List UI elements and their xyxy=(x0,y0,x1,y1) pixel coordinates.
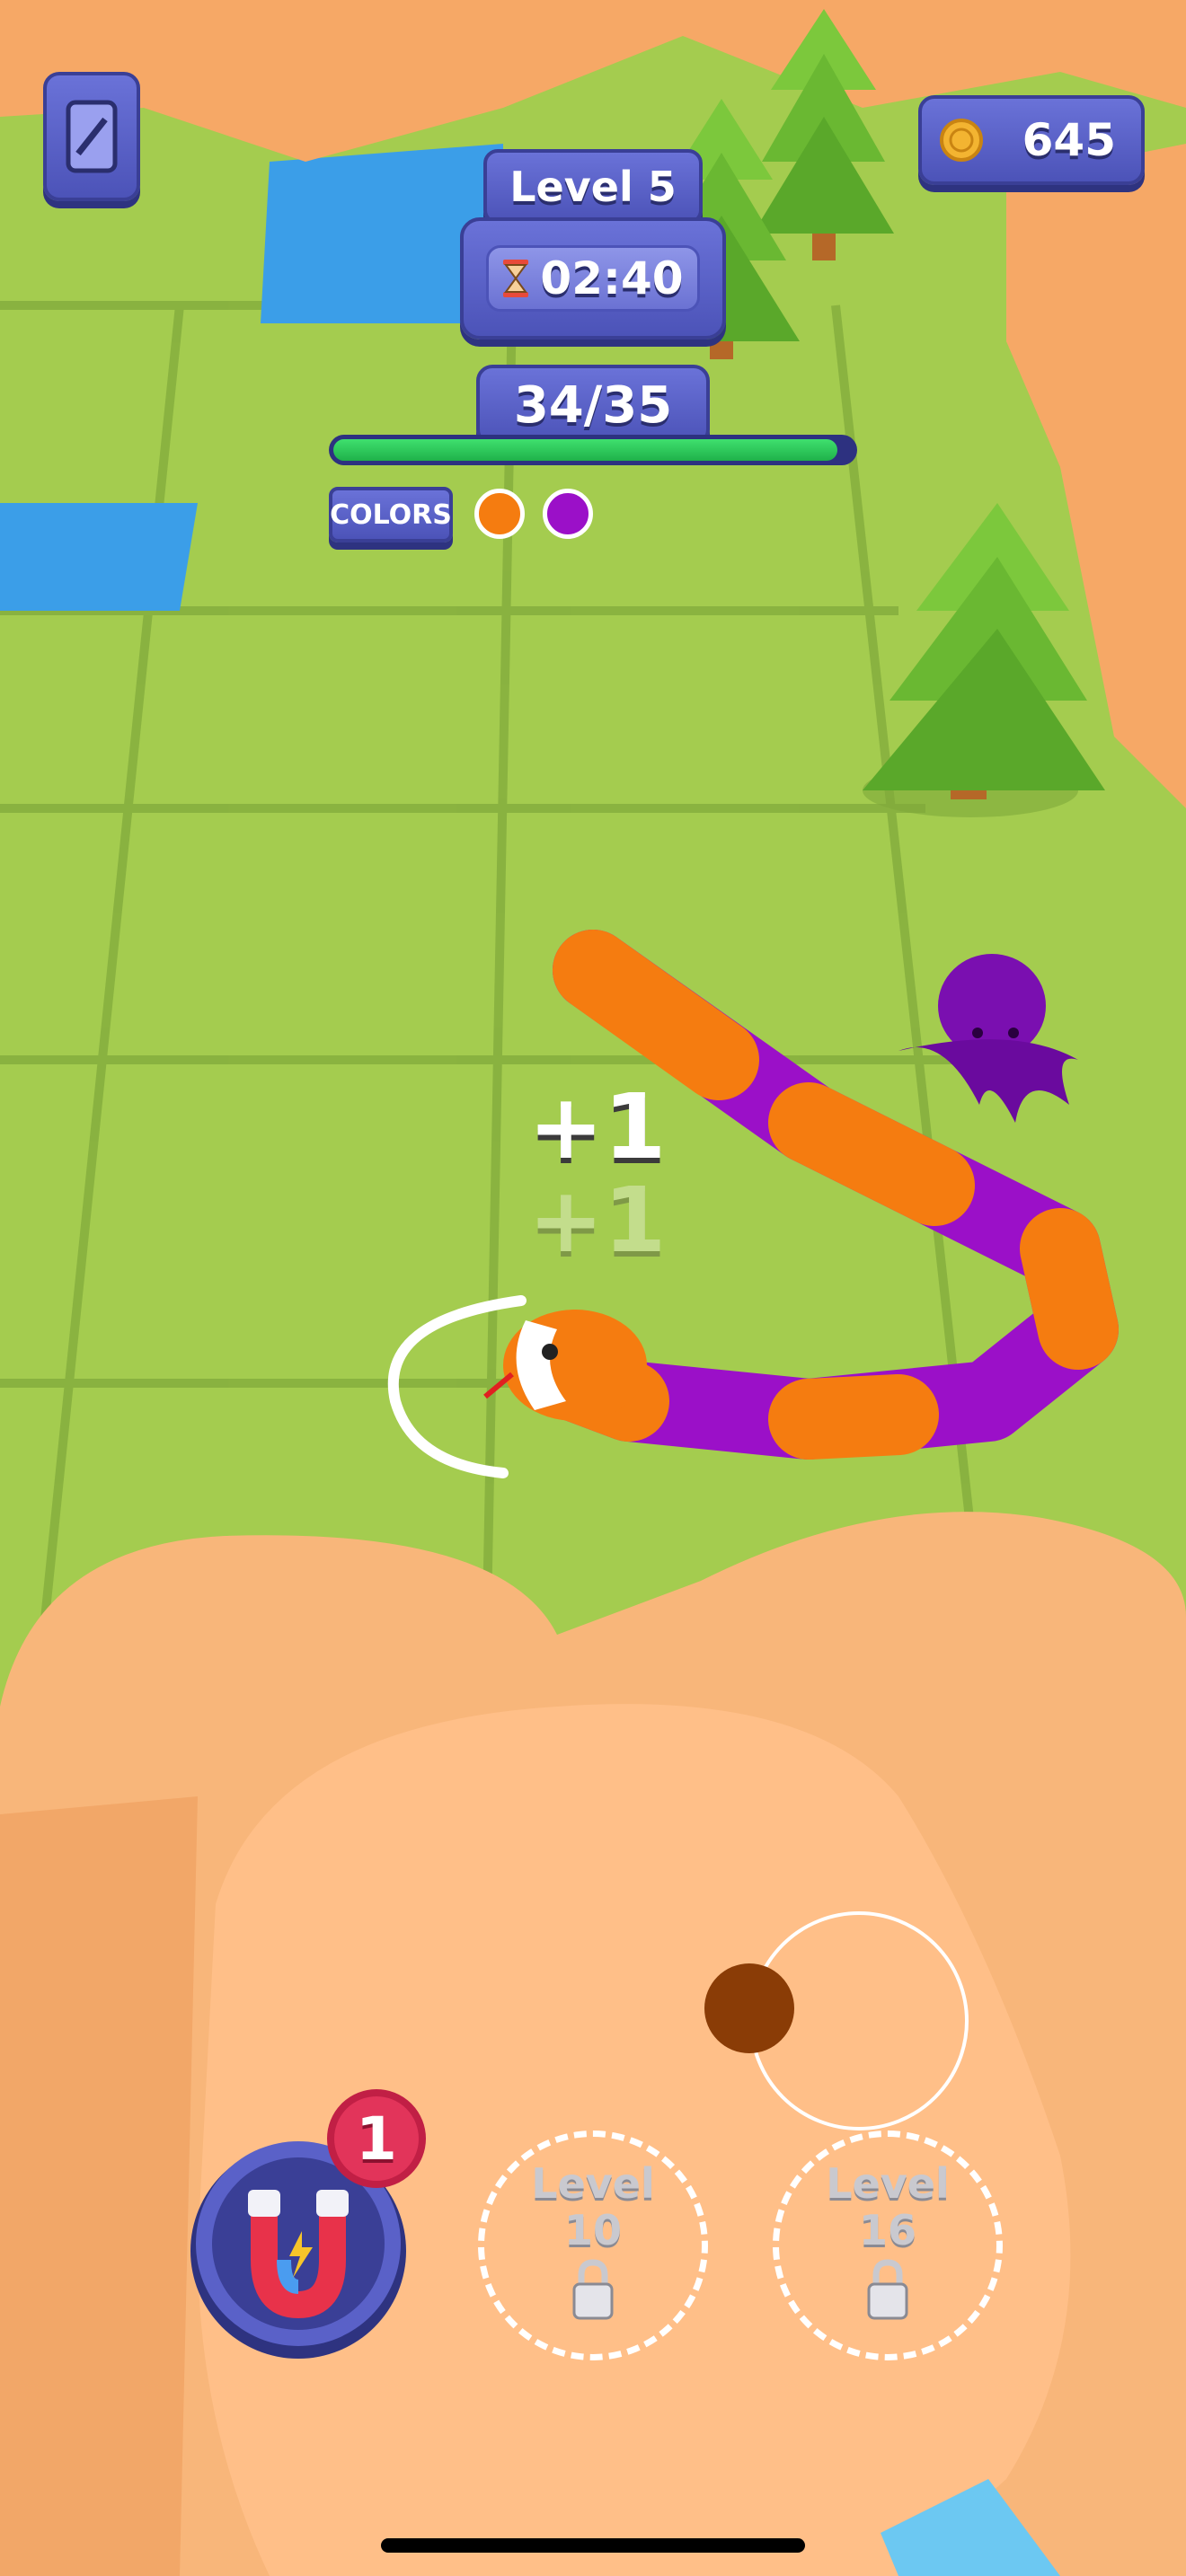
progress-label: 34/35 xyxy=(476,365,710,446)
coin-counter: 645 xyxy=(918,95,1145,185)
rocks-bottom xyxy=(0,1512,1186,2576)
timer-value: 02:40 xyxy=(540,252,684,304)
hourglass-icon xyxy=(503,260,529,297)
progress-bar xyxy=(329,435,857,465)
locked-slot-level: 10 xyxy=(563,2206,622,2254)
locked-slot-label: Level xyxy=(826,2159,950,2208)
pause-card-icon xyxy=(66,100,118,173)
timer: 02:40 xyxy=(460,217,726,340)
coin-icon xyxy=(940,119,983,162)
timer-display: 02:40 xyxy=(486,245,700,312)
locked-slot-label: Level xyxy=(531,2159,655,2208)
score-popup-faded: +1 xyxy=(528,1168,667,1273)
score-popup: +1 xyxy=(528,1074,667,1179)
joystick-knob xyxy=(704,1963,794,2053)
magnet-count-badge: 1 xyxy=(327,2089,426,2188)
color-swatch-orange xyxy=(474,489,525,539)
coin-count: 645 xyxy=(1022,114,1116,166)
home-indicator[interactable] xyxy=(381,2538,805,2553)
locked-powerup-slot[interactable]: Level 10 xyxy=(478,2130,708,2360)
pause-button[interactable] xyxy=(43,72,140,201)
locked-slot-level: 16 xyxy=(858,2206,916,2254)
locked-powerup-slot[interactable]: Level 16 xyxy=(773,2130,1003,2360)
color-swatch-purple xyxy=(543,489,593,539)
lock-icon xyxy=(572,2259,614,2320)
lock-icon xyxy=(867,2259,908,2320)
colors-label: COLORS xyxy=(329,487,453,543)
level-label: Level 5 xyxy=(483,149,703,225)
progress-fill xyxy=(333,439,838,461)
